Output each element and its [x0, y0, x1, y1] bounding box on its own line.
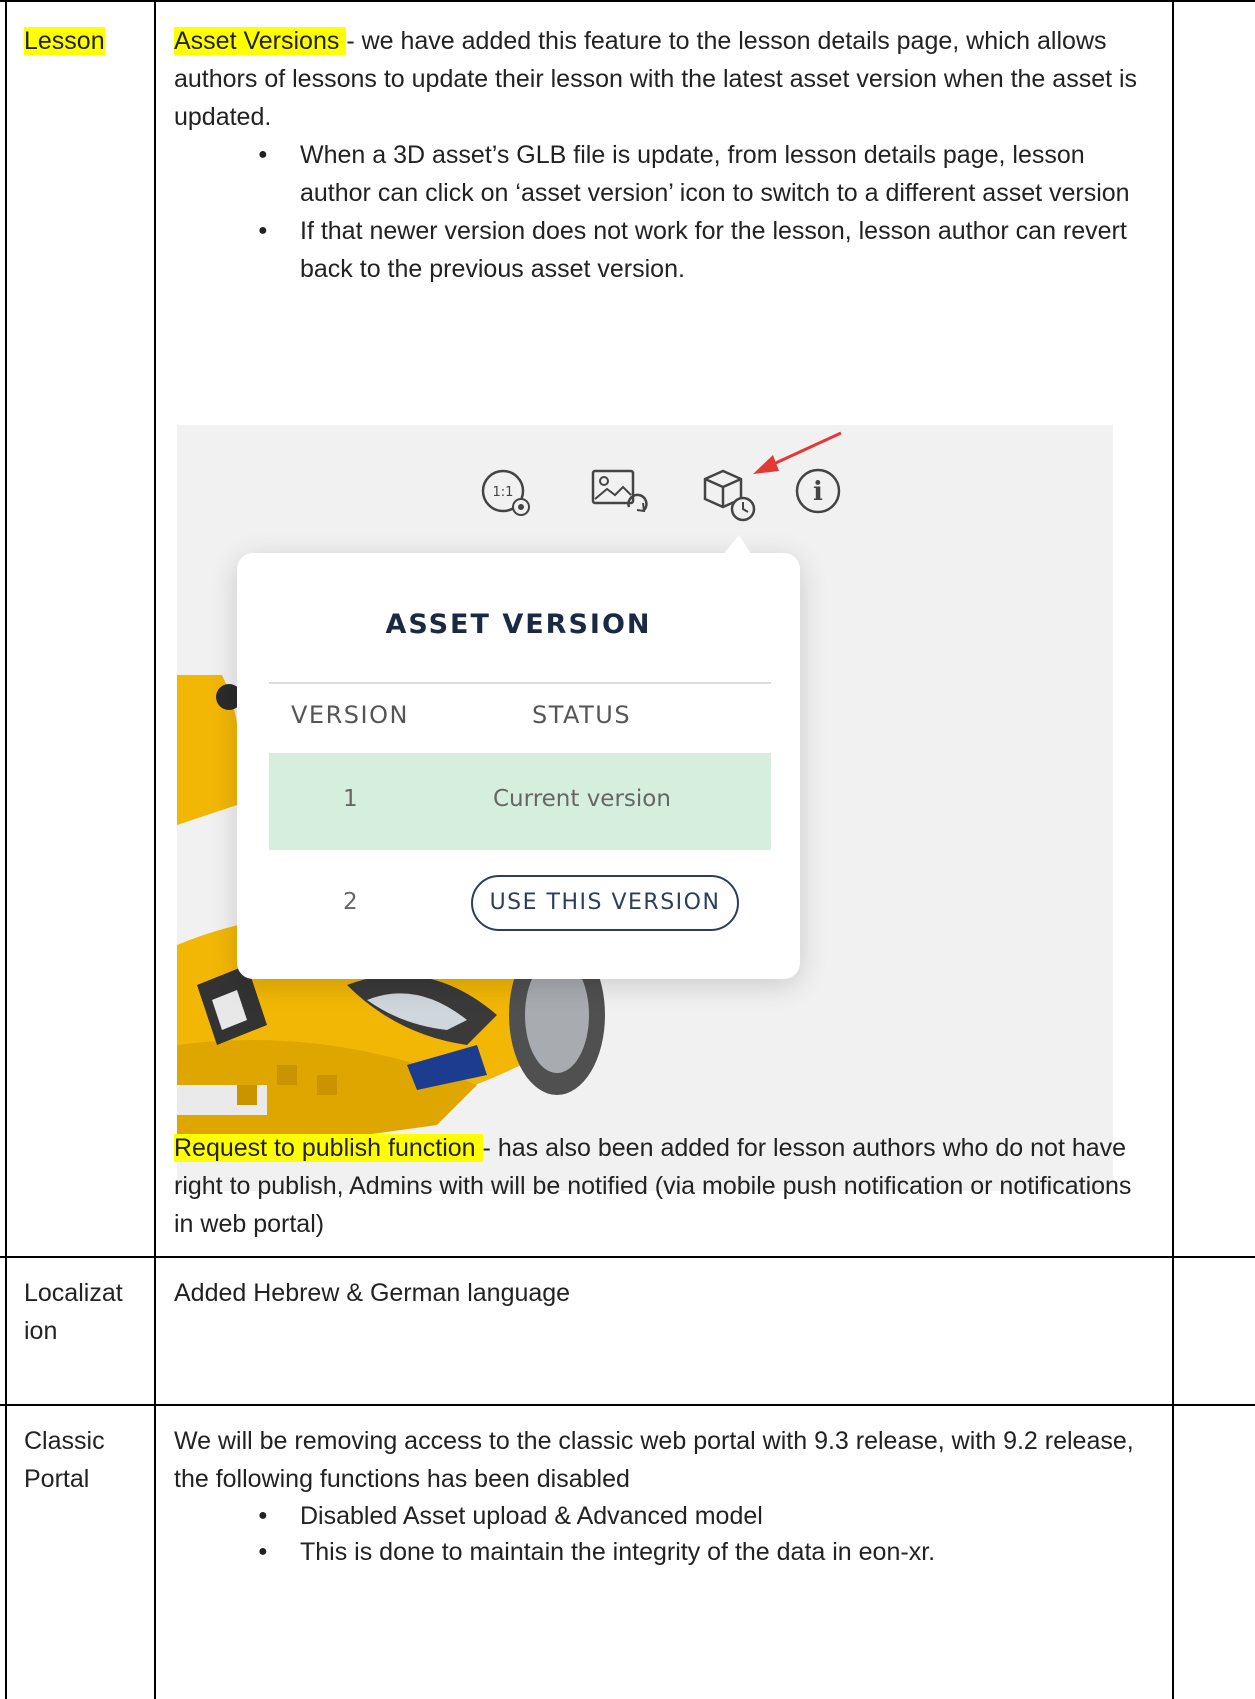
row-label-localization: Localizat ion — [24, 1279, 123, 1345]
svg-text:1:1: 1:1 — [493, 485, 514, 500]
row-label-lesson: Lesson — [24, 22, 154, 60]
image-replace-icon[interactable] — [589, 465, 649, 521]
popup-title: ASSET VERSION — [385, 609, 652, 640]
table-border-top — [0, 0, 1255, 2]
version-number: 2 — [343, 889, 358, 915]
table-row: 1 Current version — [269, 753, 771, 850]
asset-version-screenshot: 1:1 i ASSET VERSION VERSION STATUS 1 Cur… — [177, 425, 1113, 1191]
use-this-version-button[interactable]: USE THIS VERSION — [471, 875, 739, 931]
column-header-status: STATUS — [532, 701, 632, 729]
table-border-col2 — [1172, 0, 1174, 1699]
list-item: ● If that newer version does not work for… — [174, 212, 1154, 288]
table-row-divider-2 — [0, 1404, 1255, 1406]
popup-pointer — [721, 535, 753, 557]
request-publish-heading: Request to publish function — [174, 1134, 483, 1162]
list-item: ● When a 3D asset’s GLB file is update, f… — [174, 136, 1154, 212]
lesson-description: Asset Versions - we have added this feat… — [174, 22, 1154, 288]
popup-divider — [269, 682, 771, 684]
bullet-icon: ● — [258, 1507, 268, 1524]
status-text: Current version — [493, 786, 671, 812]
classic-portal-description: We will be removing access to the classi… — [174, 1422, 1154, 1570]
version-number: 1 — [343, 786, 358, 812]
list-item: ● Disabled Asset upload & Advanced model — [174, 1498, 1154, 1534]
bullet-icon: ● — [258, 146, 268, 163]
table-border-left — [5, 0, 7, 1699]
scale-settings-icon[interactable]: 1:1 — [479, 465, 535, 521]
asset-version-popup: ASSET VERSION VERSION STATUS 1 Current v… — [237, 535, 800, 979]
classic-portal-bullets: ● Disabled Asset upload & Advanced model … — [174, 1498, 1154, 1570]
table-row-divider-1 — [0, 1256, 1255, 1258]
asset-versions-heading: Asset Versions — [174, 27, 347, 55]
row-label-classic-portal: Classic Portal — [24, 1427, 105, 1493]
red-arrow-icon — [753, 431, 842, 474]
table-border-col1 — [154, 0, 156, 1699]
request-publish-paragraph: Request to publish function - has also b… — [174, 1129, 1154, 1243]
list-item: ● This is done to maintain the integrity … — [174, 1534, 1154, 1570]
asset-versions-bullets: ● When a 3D asset’s GLB file is update, f… — [174, 136, 1154, 288]
asset-versions-paragraph: Asset Versions - we have added this feat… — [174, 22, 1154, 136]
localization-description: Added Hebrew & German language — [174, 1279, 571, 1307]
lesson-label: Lesson — [24, 27, 105, 55]
bullet-icon: ● — [258, 222, 268, 239]
bullet-icon: ● — [258, 1543, 268, 1560]
column-header-version: VERSION — [291, 701, 409, 729]
